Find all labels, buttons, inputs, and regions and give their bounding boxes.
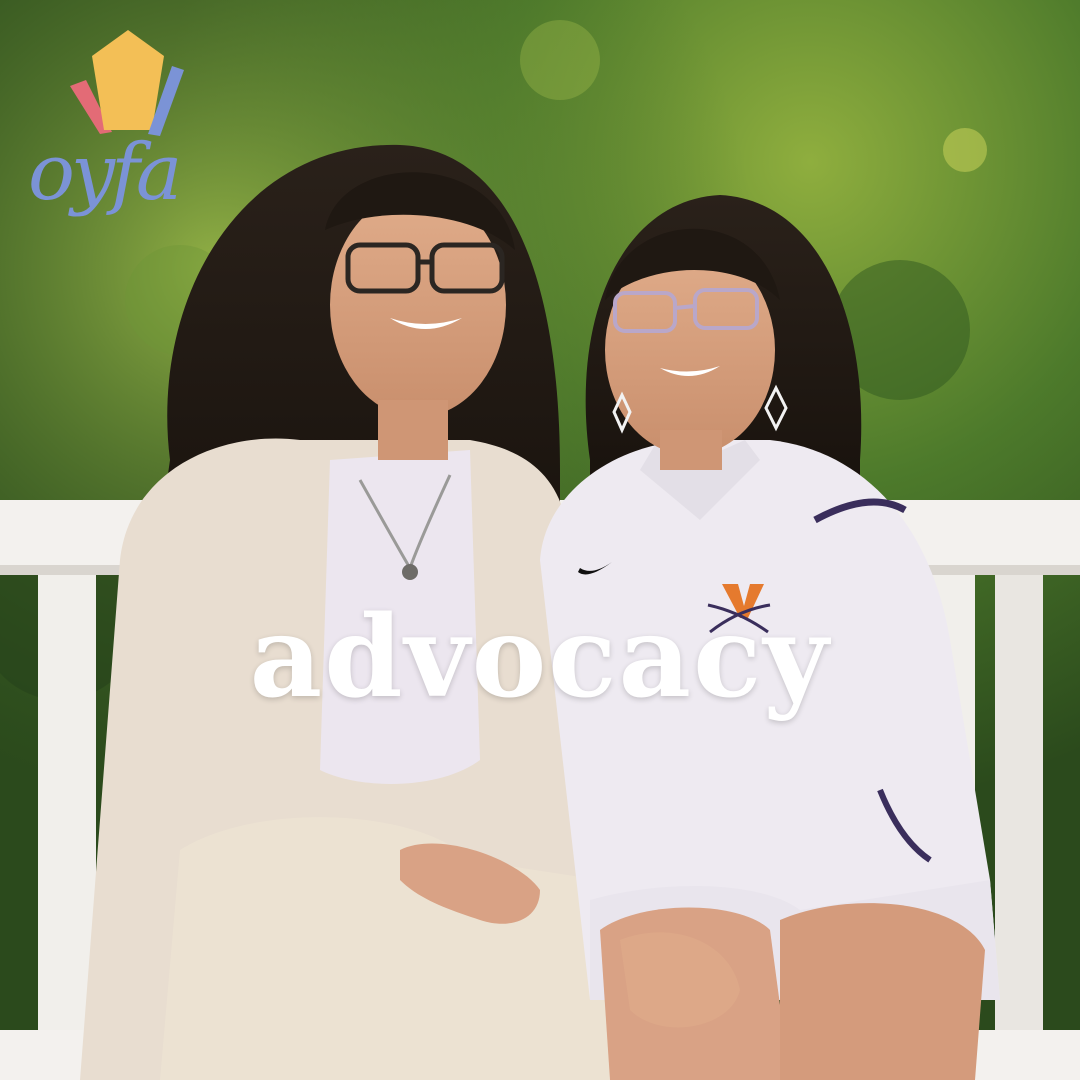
oyfa-logo: oyfa [28,26,228,231]
logo-pentagon [92,30,164,130]
advocacy-poster: oyfa advocacy [0,0,1080,1080]
headline-advocacy: advocacy [249,592,831,723]
logo-wordmark: oyfa [28,128,182,218]
bokeh-light [943,128,987,172]
